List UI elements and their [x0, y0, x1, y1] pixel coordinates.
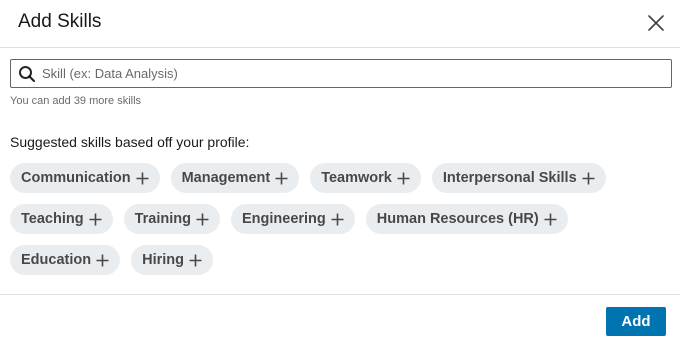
plus-icon [582, 172, 595, 185]
skill-chip[interactable]: Human Resources (HR) [365, 204, 568, 234]
skill-chip[interactable]: Hiring [131, 245, 213, 275]
plus-icon [136, 172, 149, 185]
skill-chip-label: Education [21, 252, 92, 268]
skill-chip-label: Teamwork [321, 170, 392, 186]
remaining-skills-hint: You can add 39 more skills [10, 95, 142, 107]
dialog-footer: Add [0, 294, 680, 340]
skill-chip-label: Management [181, 170, 271, 186]
skill-chip-label: Training [134, 211, 191, 227]
close-icon [648, 15, 664, 31]
dialog-title: Add Skills [18, 11, 102, 32]
skill-chip[interactable]: Teamwork [310, 163, 421, 193]
dialog-header: Add Skills [0, 0, 680, 48]
chip-row: Communication Management Teamwork Interp… [10, 163, 650, 193]
suggested-skills-list: Communication Management Teamwork Interp… [10, 163, 650, 286]
skill-chip-label: Engineering [241, 211, 326, 227]
skill-chip-label: Hiring [142, 252, 184, 268]
add-button[interactable]: Add [606, 307, 666, 336]
skill-chip-label: Human Resources (HR) [376, 211, 539, 227]
plus-icon [196, 213, 209, 226]
skill-chip[interactable]: Engineering [230, 204, 355, 234]
skill-search-input[interactable] [42, 61, 671, 86]
search-field[interactable] [10, 59, 672, 88]
plus-icon [331, 213, 344, 226]
search-icon [18, 65, 36, 83]
plus-icon [544, 213, 557, 226]
plus-icon [397, 172, 410, 185]
add-skills-dialog: Add Skills You can add 39 more skills Su… [0, 0, 680, 340]
skill-chip-label: Communication [21, 170, 131, 186]
plus-icon [96, 254, 109, 267]
chip-row: Education Hiring [10, 245, 650, 275]
plus-icon [89, 213, 102, 226]
skill-chip-label: Teaching [21, 211, 84, 227]
skill-chip[interactable]: Communication [10, 163, 160, 193]
suggestions-heading: Suggested skills based off your profile: [10, 134, 250, 150]
close-button[interactable] [644, 11, 668, 35]
chip-row: Teaching Training Engineering Human Reso… [10, 204, 650, 234]
skill-chip[interactable]: Training [123, 204, 220, 234]
plus-icon [275, 172, 288, 185]
plus-icon [189, 254, 202, 267]
skill-chip[interactable]: Education [10, 245, 121, 275]
skill-chip[interactable]: Management [170, 163, 300, 193]
skill-chip[interactable]: Interpersonal Skills [431, 163, 606, 193]
skill-chip[interactable]: Teaching [10, 204, 113, 234]
skill-chip-label: Interpersonal Skills [442, 170, 577, 186]
